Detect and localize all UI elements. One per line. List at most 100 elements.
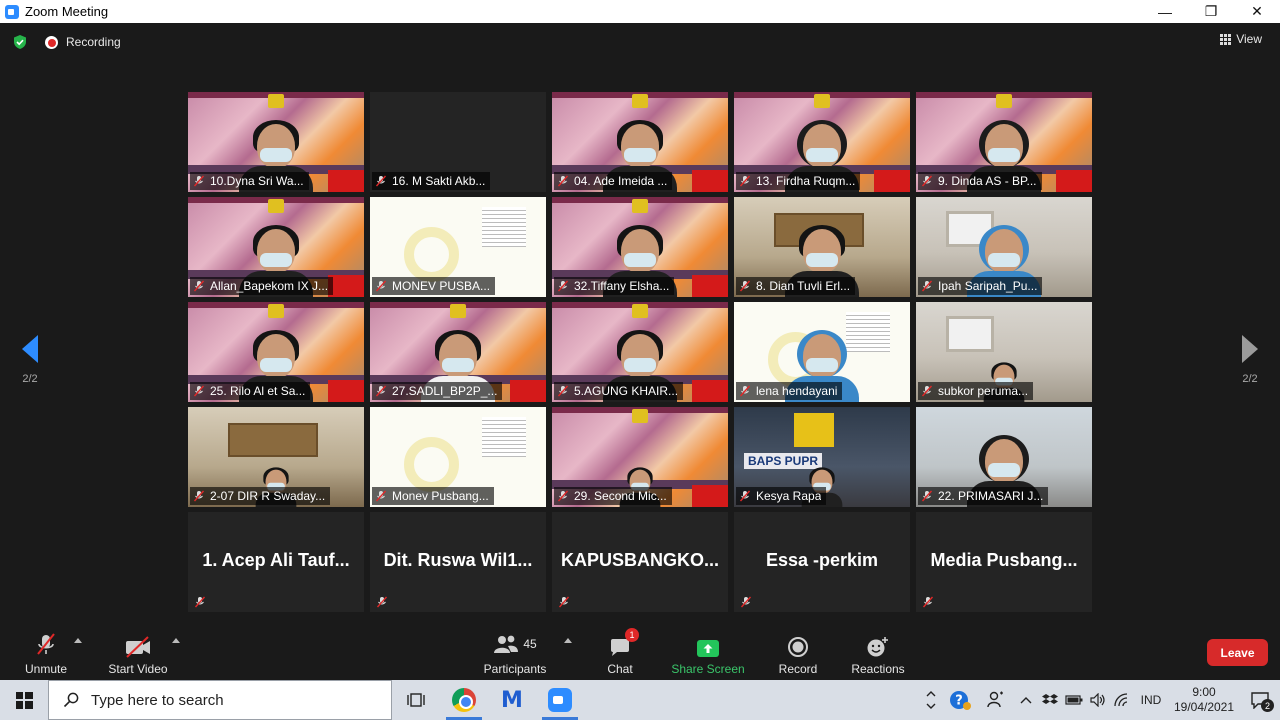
participant-video-tile[interactable]: 8. Dian Tuvli Erl...	[734, 197, 910, 297]
input-language[interactable]: IND	[1134, 693, 1168, 707]
view-label: View	[1236, 32, 1262, 46]
audio-options-chevron-icon[interactable]	[74, 638, 82, 643]
taskbar-chrome[interactable]	[440, 680, 488, 720]
participant-video-tile[interactable]: 9. Dinda AS - BP...	[916, 92, 1092, 192]
participant-name: 32.Tiffany Elsha...	[574, 279, 670, 293]
notification-count: 2	[1261, 699, 1274, 712]
participant-name-label: Allan_Bapekom IX J...	[190, 277, 334, 295]
participant-video-tile[interactable]: BAPS PUPR Kesya Rapa	[734, 407, 910, 507]
participant-video-tile[interactable]: 2-07 DIR R Swaday...	[188, 407, 364, 507]
participant-name: 22. PRIMASARI J...	[938, 489, 1044, 503]
participant-name: lena hendayani	[756, 384, 838, 398]
meeting-topbar: Recording View	[0, 23, 1280, 61]
dropbox-icon	[1042, 694, 1058, 704]
view-button[interactable]: View	[1220, 32, 1262, 46]
taskbar-clock[interactable]: 9:00 19/04/2021	[1168, 685, 1240, 715]
reactions-label: Reactions	[851, 662, 905, 676]
participant-video-tile[interactable]: lena hendayani	[734, 302, 910, 402]
battery-tray-icon[interactable]	[1062, 695, 1086, 705]
participant-no-video-tile[interactable]: Essa -perkim	[734, 512, 910, 612]
participant-video-tile[interactable]: 5.AGUNG KHAIR...	[552, 302, 728, 402]
participant-name: Dit. Ruswa Wil1...	[383, 550, 533, 570]
participant-video-tile[interactable]: subkor peruma...	[916, 302, 1092, 402]
encryption-shield-icon[interactable]	[12, 34, 28, 50]
muted-mic-icon	[740, 596, 752, 608]
share-screen-label: Share Screen	[671, 662, 745, 676]
participant-no-video-tile[interactable]: 1. Acep Ali Tauf...	[188, 512, 364, 612]
video-options-chevron-icon[interactable]	[172, 638, 180, 643]
participant-video-tile[interactable]: 04. Ade Imeida ...	[552, 92, 728, 192]
participant-name: 9. Dinda AS - BP...	[938, 174, 1037, 188]
help-button[interactable]: ?	[942, 689, 978, 711]
participant-name-label: 22. PRIMASARI J...	[918, 487, 1049, 505]
participant-video-tile[interactable]: 32.Tiffany Elsha...	[552, 197, 728, 297]
participants-options-chevron-icon[interactable]	[564, 638, 572, 643]
share-screen-button[interactable]: Share Screen	[671, 630, 745, 680]
participant-no-video-tile[interactable]: Media Pusbang...	[916, 512, 1092, 612]
participant-name: 25. Rilo Al et Sa...	[210, 384, 306, 398]
video-off-icon	[126, 636, 150, 658]
windows-logo-icon	[15, 691, 33, 709]
chat-button[interactable]: 1 Chat	[604, 628, 639, 680]
start-video-button[interactable]: Start Video	[106, 630, 170, 680]
tray-scroll-arrows[interactable]	[920, 688, 942, 712]
page-indicator-right: 2/2	[1242, 373, 1258, 385]
taskbar-zoom[interactable]	[536, 680, 584, 720]
participant-video-tile[interactable]: 10.Dyna Sri Wa...	[188, 92, 364, 192]
next-page-button[interactable]: 2/2	[1230, 335, 1270, 385]
participant-video-tile[interactable]: 16. M Sakti Akb...	[370, 92, 546, 192]
participant-name-label: 5.AGUNG KHAIR...	[554, 382, 684, 400]
muted-mic-icon	[921, 280, 933, 292]
participant-name-label: 29. Second Mic...	[554, 487, 672, 505]
record-button[interactable]: Record	[777, 630, 819, 680]
participant-video-tile[interactable]: 22. PRIMASARI J...	[916, 407, 1092, 507]
participant-video-tile[interactable]: Ipah Saripah_Pu...	[916, 197, 1092, 297]
zoom-app-icon	[5, 4, 19, 19]
participant-video-tile[interactable]: 27.SADLI_BP2P_...	[370, 302, 546, 402]
participant-no-video-tile[interactable]: Dit. Ruswa Wil1...	[370, 512, 546, 612]
participant-no-video-tile[interactable]: KAPUSBANGKO...	[552, 512, 728, 612]
participant-name: MONEV PUSBA...	[392, 279, 491, 293]
wifi-tray-icon[interactable]	[1110, 693, 1134, 707]
muted-mic-icon	[557, 280, 569, 292]
participant-name-label: 32.Tiffany Elsha...	[554, 277, 675, 295]
participant-name: Media Pusbang...	[930, 550, 1078, 570]
action-center-button[interactable]: 2	[1240, 691, 1280, 712]
participant-video-tile[interactable]: MONEV PUSBA...	[370, 197, 546, 297]
show-hidden-icons-button[interactable]	[1014, 696, 1038, 704]
reactions-button[interactable]: Reactions	[850, 630, 906, 680]
participant-name: 2-07 DIR R Swaday...	[210, 489, 326, 503]
taskbar-search-box[interactable]: Type here to search	[48, 680, 392, 720]
leave-button[interactable]: Leave	[1207, 639, 1268, 666]
start-video-label: Start Video	[108, 662, 168, 676]
volume-tray-icon[interactable]	[1086, 693, 1110, 707]
participant-video-tile[interactable]: Monev Pusbang...	[370, 407, 546, 507]
participant-name-label: Ipah Saripah_Pu...	[918, 277, 1043, 295]
unmute-button[interactable]: Unmute	[22, 630, 70, 680]
taskbar-m-app[interactable]: M	[488, 680, 536, 720]
people-button[interactable]	[978, 690, 1014, 710]
participant-video-tile[interactable]: 29. Second Mic...	[552, 407, 728, 507]
participant-video-tile[interactable]: Allan_Bapekom IX J...	[188, 197, 364, 297]
meeting-area: Recording View 2/2 2/2 10.Dyna Sri Wa...…	[0, 23, 1280, 630]
muted-mic-icon	[739, 280, 751, 292]
participant-name: 10.Dyna Sri Wa...	[210, 174, 304, 188]
minimize-button[interactable]: —	[1142, 0, 1188, 23]
muted-mic-icon	[557, 490, 569, 502]
close-button[interactable]: ✕	[1234, 0, 1280, 23]
participant-video-tile[interactable]: 13. Firdha Ruqm...	[734, 92, 910, 192]
task-view-button[interactable]	[392, 680, 440, 720]
restore-button[interactable]: ❐	[1188, 0, 1234, 23]
recording-icon	[45, 36, 58, 49]
start-button[interactable]	[0, 680, 48, 720]
muted-mic-icon	[193, 385, 205, 397]
previous-page-button[interactable]: 2/2	[10, 335, 50, 385]
dropbox-tray-icon[interactable]	[1038, 693, 1062, 707]
muted-mic-icon	[193, 175, 205, 187]
muted-mic-icon	[375, 385, 387, 397]
participants-button[interactable]: 45 Participants	[482, 630, 548, 680]
participant-name: 27.SADLI_BP2P_...	[392, 384, 498, 398]
muted-mic-icon	[739, 490, 751, 502]
participant-name: Ipah Saripah_Pu...	[938, 279, 1038, 293]
participant-video-tile[interactable]: 25. Rilo Al et Sa...	[188, 302, 364, 402]
